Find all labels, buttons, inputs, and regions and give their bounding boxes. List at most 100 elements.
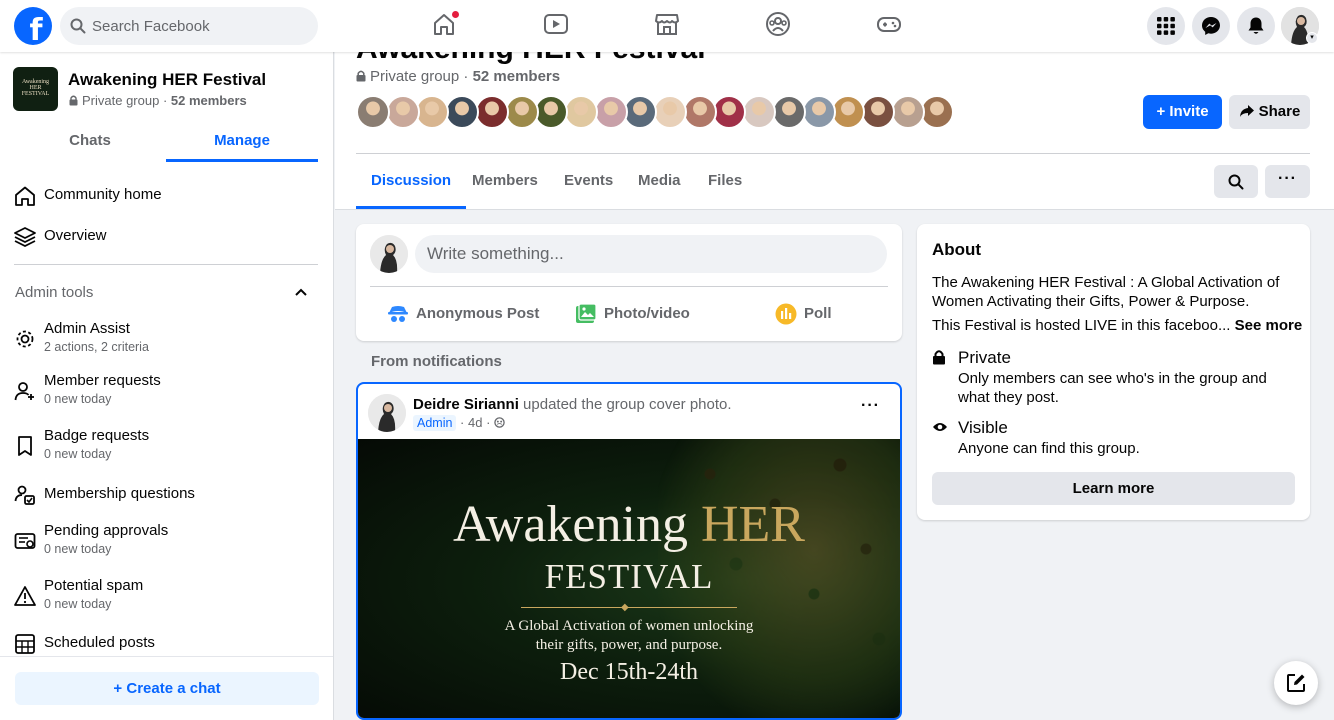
group-search-button[interactable]: [1214, 165, 1258, 198]
sidebar-item-potential-spam[interactable]: Potential spam 0 new today: [14, 575, 318, 615]
sidebar-item-membership-questions[interactable]: Membership questions: [14, 474, 318, 514]
eye-icon: [933, 423, 947, 431]
member-avatar[interactable]: [890, 95, 925, 129]
member-avatar[interactable]: [445, 95, 480, 129]
chevron-down-icon[interactable]: ▾: [1306, 32, 1318, 44]
person-add-icon: [14, 382, 34, 401]
member-avatar[interactable]: [474, 95, 509, 129]
tab-events[interactable]: Events: [549, 156, 628, 209]
member-avatar[interactable]: [860, 95, 895, 129]
member-avatar[interactable]: [682, 95, 717, 129]
tab-media[interactable]: Media: [623, 156, 696, 209]
post-author-name[interactable]: Deidre Sirianni: [413, 396, 519, 413]
facebook-logo[interactable]: f: [14, 7, 52, 45]
admin-tools-heading[interactable]: Admin tools: [15, 284, 93, 301]
warning-icon: [14, 586, 36, 606]
photo-video-button[interactable]: Photo/video: [574, 302, 704, 326]
member-avatar[interactable]: [356, 95, 390, 129]
notifications-button[interactable]: [1237, 7, 1275, 45]
post-options-button[interactable]: ···: [861, 397, 880, 415]
member-avatar[interactable]: [593, 95, 628, 129]
post-composer: Anonymous Post Photo/video Poll: [356, 224, 902, 341]
member-avatar[interactable]: [831, 95, 866, 129]
visible-title: Visible: [958, 418, 1008, 437]
watch-icon[interactable]: [542, 10, 574, 42]
photo-icon: [576, 303, 597, 323]
home-outline-icon: [15, 186, 35, 206]
menu-grid-icon: [1157, 17, 1175, 35]
tab-discussion[interactable]: Discussion: [356, 156, 467, 209]
private-title: Private: [958, 348, 1011, 367]
search-box[interactable]: [60, 7, 318, 45]
sidebar-item-badge-requests[interactable]: Badge requests 0 new today: [14, 425, 318, 465]
share-icon: [1239, 105, 1254, 117]
member-avatar[interactable]: [920, 95, 955, 129]
sidebar-item-admin-assist[interactable]: Admin Assist 2 actions, 2 criteria: [14, 318, 318, 358]
marketplace-icon[interactable]: [653, 10, 685, 42]
invite-button[interactable]: + Invite: [1143, 95, 1222, 129]
groups-icon[interactable]: [764, 10, 796, 42]
member-avatar[interactable]: [415, 95, 450, 129]
cover-photo-image[interactable]: Awakening HER FESTIVAL ◆ A Global Activa…: [358, 439, 900, 718]
about-description-2: This Festival is hosted LIVE in this fac…: [932, 317, 1302, 334]
tab-files[interactable]: Files: [693, 156, 757, 209]
tab-manage[interactable]: Manage: [166, 124, 318, 162]
admin-badge: Admin: [413, 415, 457, 431]
sidebar-item-label: Badge requests: [44, 427, 150, 444]
sidebar-bottom-divider: [0, 656, 333, 657]
member-avatar[interactable]: [712, 95, 747, 129]
composer-avatar[interactable]: [370, 235, 408, 273]
menu-grid-button[interactable]: [1147, 7, 1185, 45]
plus-icon: +: [113, 680, 127, 697]
home-icon[interactable]: [430, 10, 462, 42]
member-avatar[interactable]: [623, 95, 658, 129]
anonymous-icon: [388, 306, 408, 322]
sidebar-item-overview[interactable]: Overview: [14, 216, 318, 256]
about-description-2-text: This Festival is hosted LIVE in this fac…: [932, 317, 1231, 334]
create-chat-label: Create a chat: [126, 680, 221, 697]
post-time[interactable]: 4d: [468, 415, 482, 430]
more-options-button[interactable]: ···: [1265, 165, 1310, 198]
anonymous-post-button[interactable]: Anonymous Post: [386, 302, 539, 326]
member-avatar[interactable]: [742, 95, 777, 129]
new-message-button[interactable]: [1274, 661, 1318, 705]
about-card: About The Awakening HER Festival : A Glo…: [917, 224, 1310, 520]
chevron-up-icon[interactable]: [294, 285, 308, 299]
left-sidebar: Awakening HER FESTIVAL Awakening HER Fes…: [0, 52, 334, 720]
see-more-link[interactable]: See more: [1235, 317, 1303, 334]
photo-video-label: Photo/video: [604, 305, 690, 322]
member-avatar[interactable]: [385, 95, 420, 129]
post-author-avatar[interactable]: [368, 394, 406, 432]
member-avatar[interactable]: [771, 95, 806, 129]
group-members-count[interactable]: 52 members: [473, 68, 561, 85]
share-label: Share: [1258, 103, 1301, 120]
member-avatar[interactable]: [504, 95, 539, 129]
tab-members[interactable]: Members: [457, 156, 553, 209]
member-avatar[interactable]: [563, 95, 598, 129]
more-horizontal-icon: ···: [1278, 170, 1297, 187]
messenger-button[interactable]: [1192, 7, 1230, 45]
lock-icon: [69, 95, 78, 106]
sidebar-item-sub: 0 new today: [44, 597, 112, 611]
share-button[interactable]: Share: [1229, 95, 1310, 129]
sidebar-item-scheduled-posts[interactable]: Scheduled posts: [14, 623, 318, 663]
sidebar-item-community-home[interactable]: Community home: [14, 175, 318, 215]
search-icon: [70, 18, 86, 34]
tab-chats[interactable]: Chats: [14, 124, 166, 162]
sidebar-group-name[interactable]: Awakening HER Festival: [68, 70, 266, 90]
learn-more-button[interactable]: Learn more: [932, 472, 1295, 505]
search-input[interactable]: [92, 7, 307, 45]
member-avatar[interactable]: [534, 95, 569, 129]
feed-post[interactable]: Deidre Sirianni updated the group cover …: [356, 382, 902, 720]
visible-description: Anyone can find this group.: [958, 440, 1140, 457]
write-something-input[interactable]: [415, 235, 887, 273]
poll-button[interactable]: Poll: [774, 302, 854, 326]
member-avatar[interactable]: [801, 95, 836, 129]
gaming-icon[interactable]: [875, 10, 907, 42]
group-thumbnail[interactable]: Awakening HER FESTIVAL: [13, 67, 58, 111]
sidebar-item-pending-approvals[interactable]: Pending approvals 0 new today: [14, 520, 318, 560]
create-chat-button[interactable]: + Create a chat: [15, 672, 319, 705]
sidebar-item-member-requests[interactable]: Member requests 0 new today: [14, 370, 318, 410]
sidebar-item-label: Pending approvals: [44, 522, 169, 539]
member-avatar[interactable]: [653, 95, 687, 129]
